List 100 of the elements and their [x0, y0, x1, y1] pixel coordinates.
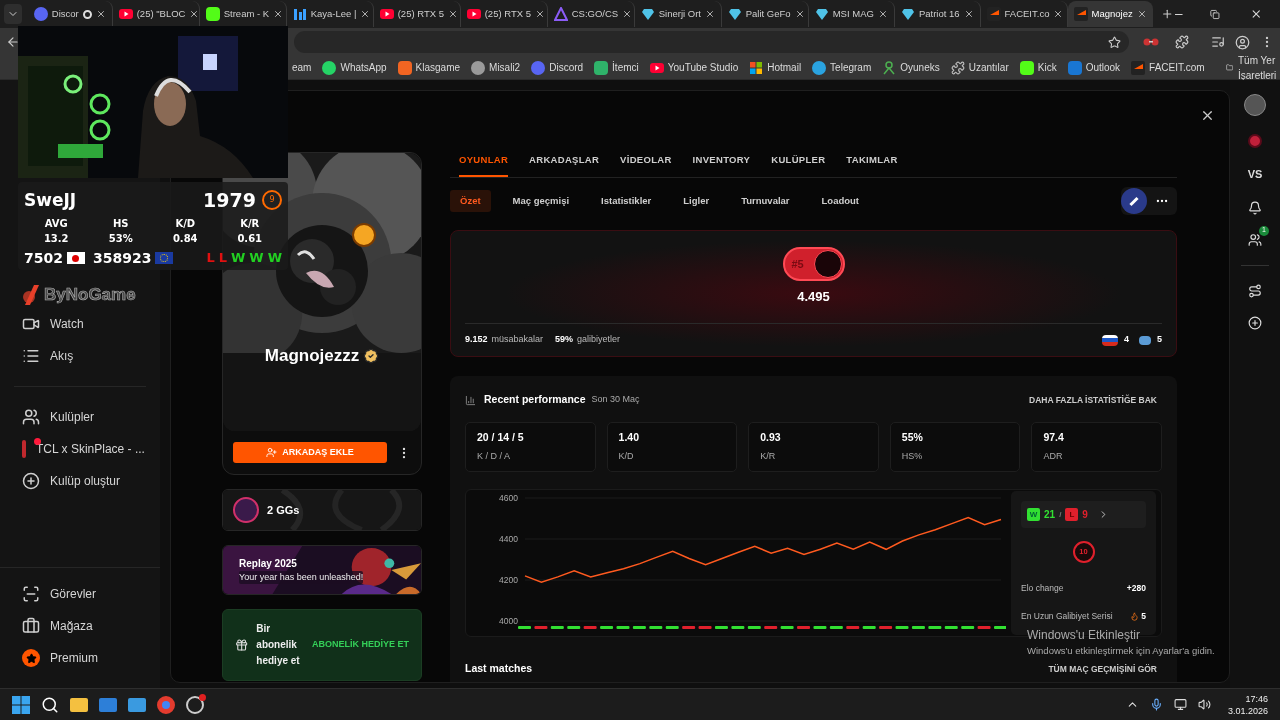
close-icon[interactable] [877, 9, 888, 19]
close-icon[interactable] [95, 9, 106, 19]
bookmark[interactable]: Misali2 [471, 60, 521, 75]
subtab[interactable]: Özet [450, 190, 491, 212]
folder-icon[interactable] [70, 697, 88, 712]
section-tab[interactable]: VİDEOLAR [620, 152, 672, 177]
bookmark[interactable]: İtemci [594, 60, 639, 75]
bookmark[interactable]: Telegram [812, 60, 872, 75]
stat-value: 97.4 [1043, 430, 1065, 446]
tab-list-button[interactable] [4, 4, 22, 24]
volume-icon[interactable] [1197, 698, 1211, 711]
sidebar-item[interactable]: Watch [0, 308, 160, 340]
sidebar-item[interactable]: Kulüpler [0, 401, 160, 433]
close-icon[interactable] [535, 9, 545, 19]
section-tab[interactable]: TAKIMLAR [846, 152, 898, 177]
notifications-icon[interactable] [1248, 200, 1262, 215]
close-icon[interactable] [189, 9, 200, 19]
close-icon[interactable] [273, 9, 284, 19]
section-subtitle: Son 30 Maç [591, 393, 640, 407]
bookmark[interactable]: Outlook [1067, 60, 1121, 75]
game-logo-icon[interactable] [1121, 188, 1147, 214]
bookmark[interactable]: Discord [531, 60, 584, 75]
mail-icon[interactable] [99, 697, 117, 712]
subtab[interactable]: Loadout [811, 190, 869, 212]
close-icon[interactable] [448, 9, 458, 19]
sidebar-item[interactable]: Mağaza [0, 610, 160, 642]
browser-tab[interactable]: Patriot 16 [894, 1, 981, 27]
browser-tab[interactable]: MSI MAG [808, 1, 895, 27]
close-icon[interactable] [704, 9, 715, 19]
subtab[interactable]: Turnuvalar [731, 190, 800, 212]
missions-icon [22, 585, 40, 603]
add-user-icon [266, 447, 278, 458]
restore-icon[interactable] [1209, 8, 1220, 20]
microphone-icon[interactable] [1149, 698, 1163, 711]
stat-heading: HS [111, 216, 130, 231]
section-tab[interactable]: INVENTORY [692, 152, 751, 177]
bookmark[interactable]: FACEIT.com [1131, 60, 1205, 75]
search-icon[interactable] [41, 695, 59, 714]
photos-icon[interactable] [128, 697, 146, 712]
add-icon[interactable] [1248, 315, 1262, 330]
bookmark-star-icon[interactable] [1108, 35, 1121, 49]
live-icon[interactable] [1248, 134, 1262, 148]
browser-tab[interactable]: Magnojez [1067, 1, 1153, 27]
bookmark[interactable]: Hotmail [749, 60, 802, 75]
all-bookmarks[interactable]: Tüm Yer İşaretleri [1225, 52, 1280, 83]
browser-tab[interactable]: Kaya-Lee | [286, 1, 374, 27]
media-icon[interactable] [1211, 35, 1225, 49]
close-icon[interactable] [1053, 9, 1064, 19]
logo-icon [22, 282, 42, 307]
sidebar-item[interactable]: Görevler [0, 578, 160, 610]
browser-tab[interactable]: Palit GeFo [721, 1, 809, 27]
close-icon[interactable] [794, 9, 805, 19]
more-stats-link[interactable]: DAHA FAZLA İSTATİSTİĞE BAK [1029, 393, 1157, 407]
bookmark[interactable]: eam [292, 60, 312, 75]
match-history-link[interactable]: TÜM MAÇ GEÇMİŞİNİ GÖR [1048, 662, 1157, 676]
start-icon[interactable] [12, 695, 30, 714]
subtab[interactable]: Maç geçmişi [502, 190, 580, 212]
subtab[interactable]: Istatistikler [591, 190, 662, 212]
browser-tab[interactable]: FACEIT.co [980, 1, 1068, 27]
close-icon[interactable] [622, 9, 633, 19]
user-avatar[interactable] [1244, 94, 1266, 116]
bookmark[interactable]: Kick [1019, 60, 1057, 75]
browser-tab[interactable]: (25) RTX 5 [460, 1, 548, 27]
obs-icon[interactable] [186, 695, 204, 714]
friends-icon[interactable] [1248, 232, 1262, 247]
section-tab[interactable]: ARKADAŞLAR [529, 152, 600, 177]
subtab[interactable]: Ligler [673, 190, 720, 212]
ggs-card[interactable]: 2 GGs [222, 489, 422, 531]
back-icon[interactable] [6, 35, 20, 49]
stat-value: 0.84 [171, 231, 199, 246]
glasses-icon[interactable] [1143, 36, 1159, 48]
new-tab-icon[interactable] [1160, 7, 1174, 21]
bookmark[interactable]: Uzantılar [950, 60, 1009, 75]
address-field[interactable] [294, 31, 1129, 53]
browser-tab[interactable]: Sinerji Ort [634, 1, 722, 27]
sidebar-item[interactable]: Premium [0, 642, 160, 674]
section-tab[interactable]: KULÜPLER [771, 152, 826, 177]
close-icon[interactable] [963, 9, 974, 19]
browser-tab[interactable]: (25) RTX 5 [373, 1, 461, 27]
close-icon[interactable] [360, 9, 371, 19]
chrome-icon[interactable] [157, 695, 175, 714]
extensions-icon[interactable] [1175, 35, 1189, 49]
profile-icon[interactable] [1235, 34, 1250, 50]
section-tab[interactable]: OYUNLAR [459, 152, 509, 177]
close-icon[interactable] [1136, 9, 1147, 19]
browser-tab[interactable]: CS:GO/CS [547, 1, 635, 27]
bookmark[interactable]: YouTube Studio [649, 60, 739, 75]
route-icon[interactable] [1248, 283, 1262, 298]
sidebar-item[interactable]: Kulüp oluştur [0, 465, 160, 497]
stat-label: K / D / A [477, 450, 511, 464]
versus-label[interactable]: VS [1247, 166, 1263, 183]
gift-link[interactable]: ABONELİK HEDİYE ET [312, 638, 409, 652]
sidebar-item[interactable]: TCL x SkinPlace - ... [0, 433, 160, 465]
bookmark[interactable]: Oyuneks [882, 60, 940, 75]
bookmark[interactable]: Klasgame [397, 60, 461, 75]
network-icon[interactable] [1173, 698, 1187, 711]
clock[interactable]: 17:46 3.01.2026 [1227, 692, 1268, 717]
replay-card[interactable]: Replay 2025 Your year has been unleashed! [222, 545, 422, 595]
sidebar-item[interactable]: Akış [0, 340, 160, 372]
bookmark[interactable]: WhatsApp [322, 60, 387, 75]
